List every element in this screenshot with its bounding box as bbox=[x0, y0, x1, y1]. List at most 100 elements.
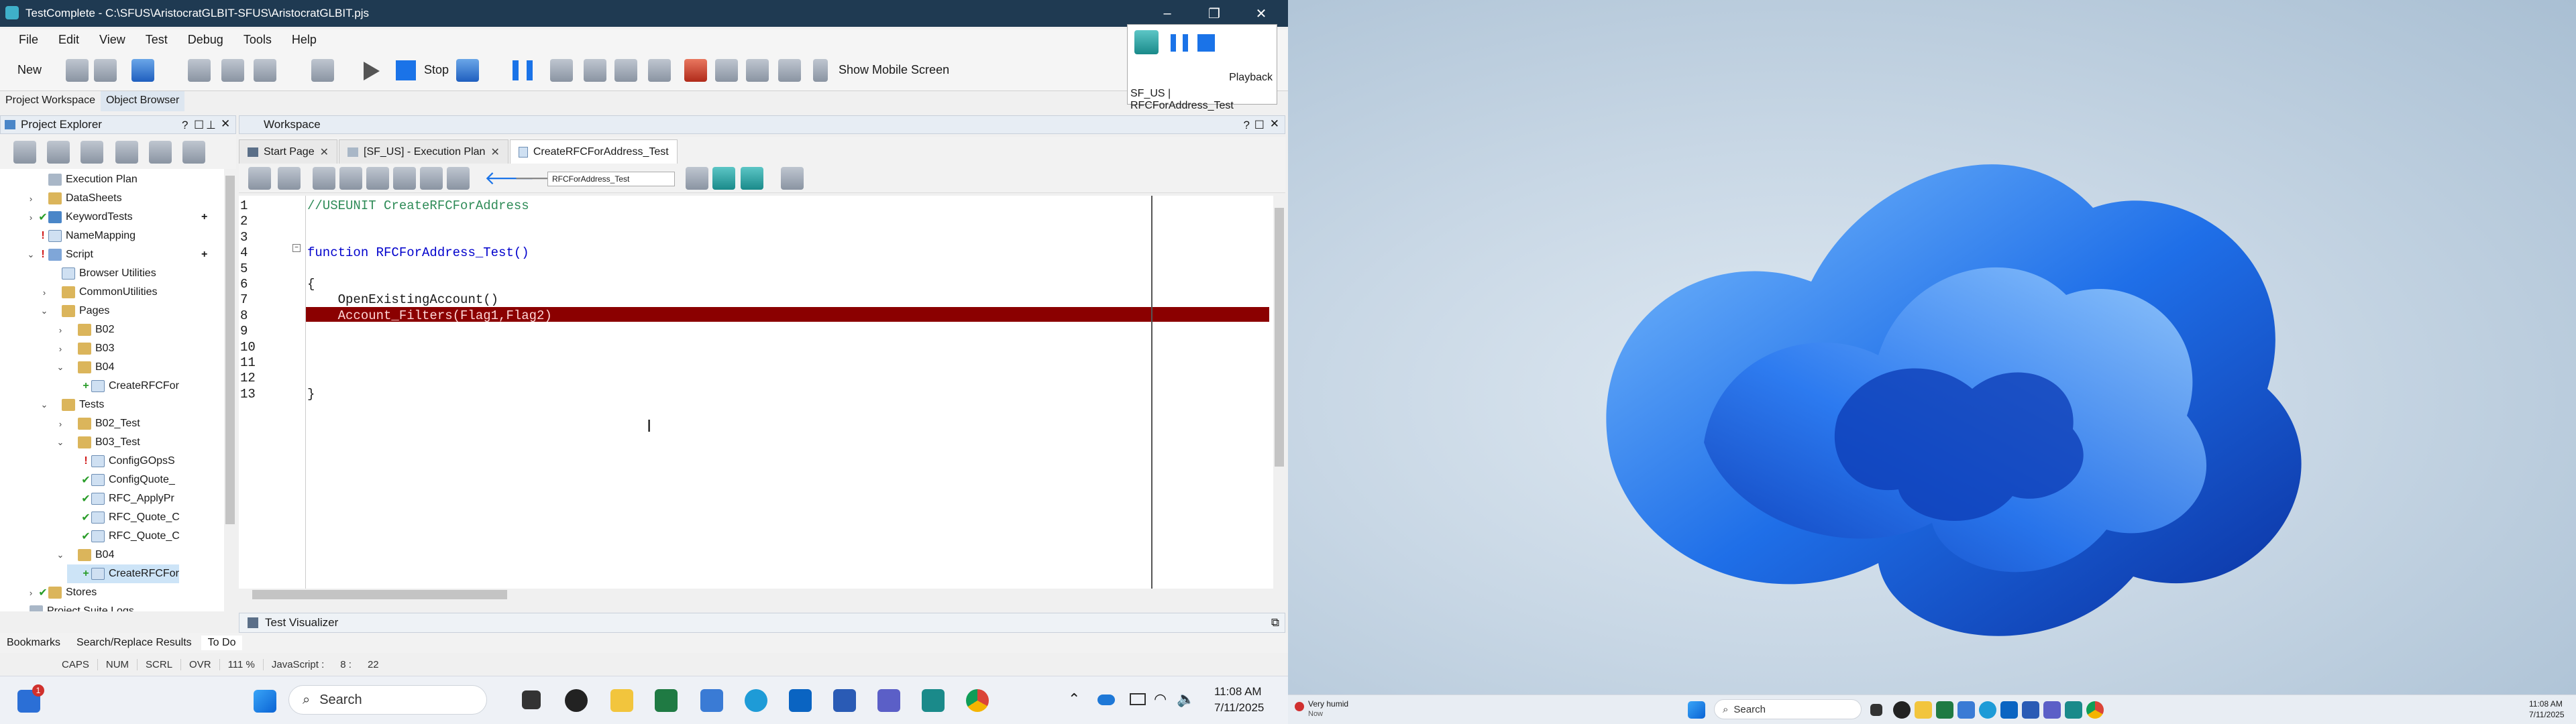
word-icon[interactable] bbox=[2022, 701, 2039, 719]
new-button[interactable]: New bbox=[17, 63, 42, 77]
tree-item[interactable]: › DataSheets bbox=[24, 189, 122, 208]
chrome-icon[interactable] bbox=[2086, 701, 2104, 719]
help-icon[interactable]: ? bbox=[1244, 119, 1250, 132]
outlook-icon[interactable] bbox=[789, 689, 812, 712]
keyword-icon[interactable] bbox=[741, 167, 763, 190]
clock-time-secondary[interactable]: 11:08 AM bbox=[2529, 699, 2563, 709]
weather-icon[interactable] bbox=[1295, 702, 1304, 711]
add-icon[interactable]: + bbox=[201, 249, 207, 261]
clock-time[interactable]: 11:08 AM bbox=[1214, 685, 1262, 699]
notepad-icon[interactable] bbox=[700, 689, 723, 712]
tree-item[interactable]: ⌄ B03_Test bbox=[54, 433, 140, 452]
menu-file[interactable]: File bbox=[19, 33, 38, 47]
restore-panel-icon[interactable]: ⧉ bbox=[1271, 616, 1279, 629]
tree-item[interactable]: ⌄ B04 bbox=[54, 546, 114, 564]
tab-project-workspace[interactable]: Project Workspace bbox=[0, 91, 101, 111]
run-project-icon[interactable] bbox=[80, 141, 103, 164]
file-explorer-icon[interactable] bbox=[610, 689, 633, 712]
tree-item[interactable]: › B03 bbox=[54, 339, 114, 358]
expand-chevron-icon[interactable]: › bbox=[54, 344, 67, 354]
tree-item[interactable]: ✔ RFC_Quote_C bbox=[67, 527, 180, 546]
outlook-icon[interactable] bbox=[2000, 701, 2018, 719]
expand-chevron-icon[interactable]: › bbox=[24, 588, 38, 598]
pause-icon[interactable] bbox=[513, 60, 533, 80]
find-icon[interactable] bbox=[715, 59, 738, 82]
expand-chevron-icon[interactable]: ⌄ bbox=[54, 437, 67, 448]
tree-item[interactable]: ✔ ConfigQuote_ bbox=[67, 471, 175, 489]
tab-todo[interactable]: To Do bbox=[201, 636, 243, 650]
stop-button[interactable]: Stop bbox=[424, 63, 449, 77]
maximize-icon[interactable]: ☐ bbox=[1254, 119, 1265, 132]
clock-date-secondary[interactable]: 7/11/2025 bbox=[2529, 710, 2565, 719]
expand-chevron-icon[interactable]: ⌄ bbox=[5, 606, 19, 611]
uncomment-icon[interactable] bbox=[393, 167, 416, 190]
monitor-icon[interactable] bbox=[1130, 693, 1146, 705]
indent-icon[interactable] bbox=[313, 167, 335, 190]
move-icon[interactable] bbox=[182, 141, 205, 164]
tab-execution-plan[interactable]: [SF_US] - Execution Plan ✕ bbox=[339, 139, 508, 164]
github-icon[interactable] bbox=[565, 689, 588, 712]
record-icon[interactable] bbox=[311, 59, 334, 82]
expand-chevron-icon[interactable]: › bbox=[54, 325, 67, 335]
run-project-icon[interactable] bbox=[254, 59, 276, 82]
github-icon[interactable] bbox=[1893, 701, 1911, 719]
testcomplete-taskbar-icon[interactable] bbox=[2065, 701, 2082, 719]
taskbar-search[interactable]: ⌕ Search bbox=[288, 685, 487, 715]
menu-debug[interactable]: Debug bbox=[188, 33, 223, 47]
tree-item[interactable]: + CreateRFCFor bbox=[67, 377, 179, 396]
excel-icon[interactable] bbox=[655, 689, 678, 712]
expand-chevron-icon[interactable]: › bbox=[24, 194, 38, 204]
close-tab-icon[interactable]: ✕ bbox=[320, 145, 329, 159]
project-tree-scroll-thumb[interactable] bbox=[225, 176, 235, 524]
outline-icon[interactable] bbox=[248, 167, 271, 190]
stop-icon[interactable] bbox=[396, 60, 416, 80]
mobile-icon[interactable] bbox=[813, 59, 828, 82]
tree-item[interactable]: ! NameMapping bbox=[24, 227, 136, 245]
pause-icon[interactable] bbox=[1171, 34, 1188, 52]
bookmark-icon[interactable] bbox=[420, 167, 443, 190]
step-over-icon[interactable] bbox=[550, 59, 573, 82]
tab-createrfcforaddress-test[interactable]: CreateRFCForAddress_Test bbox=[509, 139, 678, 164]
onedrive-icon[interactable] bbox=[1097, 695, 1115, 705]
expand-chevron-icon[interactable]: ⌄ bbox=[24, 249, 38, 260]
menu-edit[interactable]: Edit bbox=[58, 33, 79, 47]
testcomplete-taskbar-icon[interactable] bbox=[922, 689, 945, 712]
add-project-icon[interactable] bbox=[13, 141, 36, 164]
outdent-icon[interactable] bbox=[339, 167, 362, 190]
close-button[interactable]: ✕ bbox=[1241, 0, 1281, 27]
pin-icon[interactable]: ⊥ bbox=[206, 119, 216, 132]
taskbar-search-secondary[interactable]: ⌕ Search bbox=[1714, 699, 1862, 719]
tab-search-replace[interactable]: Search/Replace Results bbox=[70, 636, 199, 650]
show-mobile-screen-button[interactable]: Show Mobile Screen bbox=[839, 63, 949, 77]
excel-icon[interactable] bbox=[1936, 701, 1953, 719]
wifi-icon[interactable]: ◠ bbox=[1154, 690, 1167, 708]
task-view-icon[interactable] bbox=[522, 690, 541, 709]
close-tab-icon[interactable]: ✕ bbox=[490, 145, 499, 159]
close-icon[interactable]: ✕ bbox=[221, 117, 230, 131]
stop-icon[interactable] bbox=[1197, 34, 1215, 52]
expand-chevron-icon[interactable]: ⌄ bbox=[38, 306, 51, 316]
expand-chevron-icon[interactable]: › bbox=[54, 419, 67, 429]
open-icon[interactable] bbox=[66, 59, 89, 82]
comment-icon[interactable] bbox=[366, 167, 389, 190]
tree-item[interactable]: ⌄ Tests bbox=[38, 396, 104, 414]
tree-item[interactable]: ✔ RFC_Quote_C bbox=[67, 508, 180, 527]
clock-date[interactable]: 7/11/2025 bbox=[1214, 701, 1264, 715]
tree-item[interactable]: ⌄ B04 bbox=[54, 358, 114, 377]
settings-icon[interactable] bbox=[781, 167, 804, 190]
file-explorer-icon[interactable] bbox=[1915, 701, 1932, 719]
tab-bookmarks[interactable]: Bookmarks bbox=[0, 636, 67, 650]
save-icon[interactable] bbox=[94, 59, 117, 82]
tree-item[interactable]: ! ConfigGOpsS bbox=[67, 452, 175, 471]
tree-item[interactable]: › ✔ Stores bbox=[24, 583, 97, 602]
word-icon[interactable] bbox=[833, 689, 856, 712]
add-item-icon[interactable] bbox=[188, 59, 211, 82]
edge-icon[interactable] bbox=[745, 689, 767, 712]
expand-chevron-icon[interactable]: ⌄ bbox=[54, 362, 67, 373]
tree-item[interactable]: + CreateRFCFor bbox=[67, 564, 179, 583]
teams-icon[interactable] bbox=[877, 689, 900, 712]
copy-icon[interactable] bbox=[149, 141, 172, 164]
expand-chevron-icon[interactable]: ⌄ bbox=[54, 550, 67, 560]
chevron-up-icon[interactable]: ⌃ bbox=[1068, 690, 1080, 708]
prev-bookmark-icon[interactable] bbox=[447, 167, 470, 190]
